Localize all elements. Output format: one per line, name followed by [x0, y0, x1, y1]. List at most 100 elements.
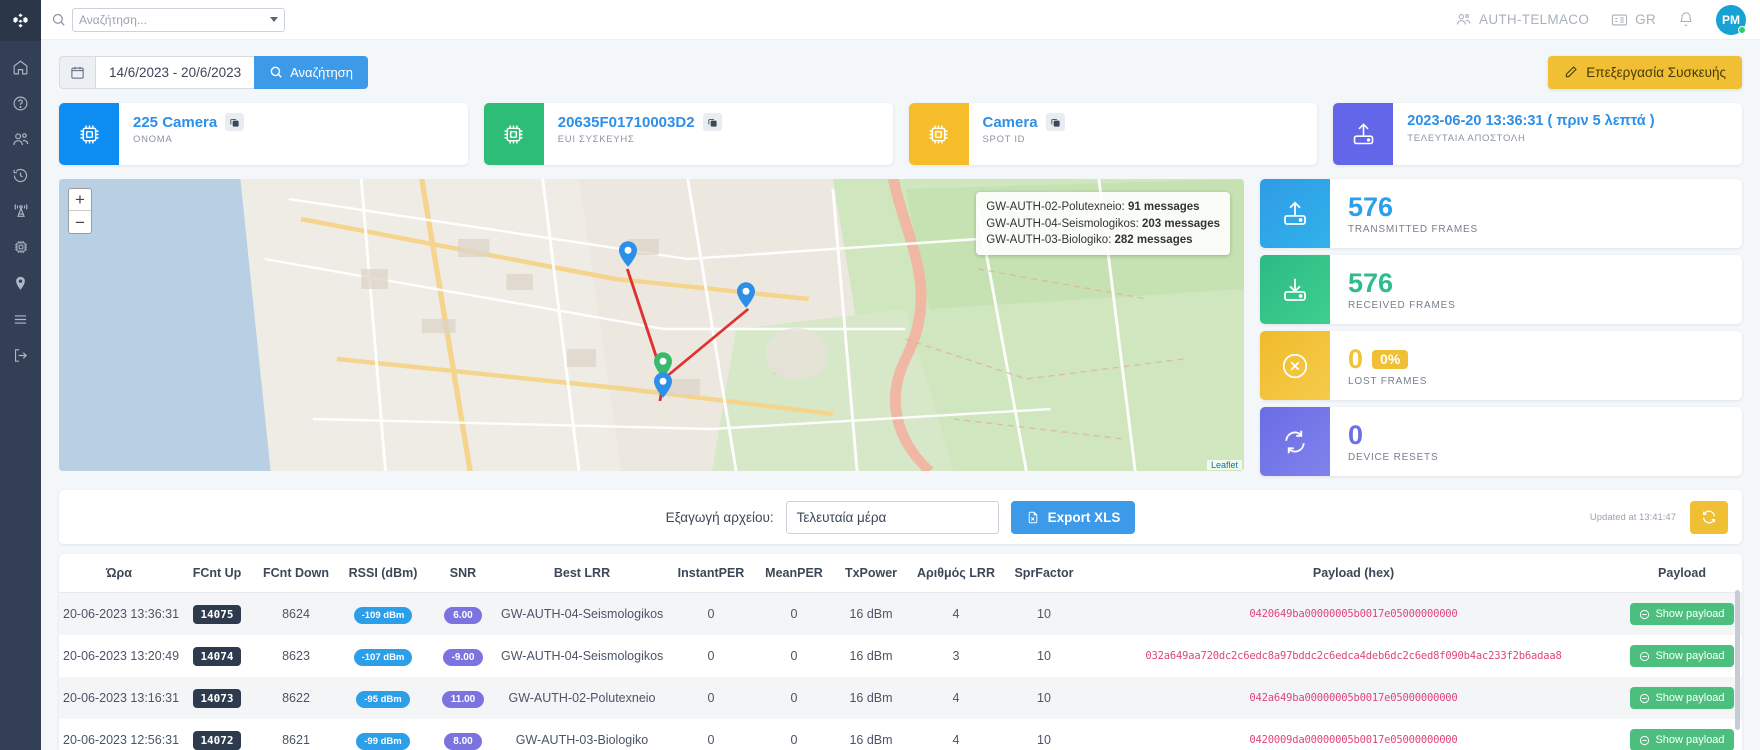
map-pin-gateway[interactable]: [654, 372, 673, 401]
card-sublabel: SPOT ID: [982, 134, 1026, 146]
show-payload-button[interactable]: Show payload: [1630, 603, 1734, 626]
col-header-fcnt-down[interactable]: FCnt Down: [255, 554, 337, 594]
cell-instant-per: 0: [707, 607, 715, 622]
export-xls-button[interactable]: Export XLS: [1010, 500, 1136, 534]
stat-lost-frames: 0 0% LOST FRAMES: [1260, 331, 1742, 401]
device-map[interactable]: + − GW-AUTH-02-Polutexneio: 91 messages …: [59, 179, 1244, 472]
eye-payload-icon: [1640, 735, 1650, 745]
map-pin-icon: [737, 282, 756, 308]
stat-value: 576: [1348, 192, 1394, 223]
copy-icon[interactable]: [225, 113, 245, 132]
stat-value: 0 0%: [1348, 345, 1427, 374]
spot-id-value: Camera: [982, 113, 1038, 131]
map-pin-gateway[interactable]: [737, 282, 756, 311]
col-header-rssi[interactable]: RSSI (dBm): [337, 554, 429, 594]
cell-fcnt-up: 14072: [179, 719, 255, 750]
avatar[interactable]: PM: [1716, 4, 1746, 35]
map-pin-gateway[interactable]: [618, 241, 637, 270]
chevron-down-icon[interactable]: [270, 17, 278, 23]
cell-time: 20-06-2023 12:56:31: [63, 733, 180, 748]
refresh-button[interactable]: [1690, 500, 1728, 534]
show-payload-button[interactable]: Show payload: [1630, 645, 1734, 668]
col-header-fcnt-up[interactable]: FCnt Up: [179, 554, 255, 594]
users-icon: [1456, 14, 1471, 25]
cell-fcnt-up: 14074: [179, 635, 255, 677]
org-label: AUTH-TELMACO: [1479, 12, 1590, 28]
export-range-select[interactable]: Τελευταία μέρα: [785, 500, 999, 534]
snr-chip: 6.00: [444, 607, 482, 625]
rssi-chip: -107 dBm: [353, 649, 413, 667]
sidebar-item-map[interactable]: [0, 265, 41, 301]
table-row[interactable]: 20-06-2023 12:56:31 14072 8621 -99 dBm 8…: [59, 719, 1742, 750]
table-row[interactable]: 20-06-2023 13:36:31 14075 8624 -109 dBm …: [59, 592, 1742, 636]
sidebar-item-list[interactable]: [0, 301, 41, 337]
col-header-instant-per[interactable]: InstantPER: [667, 554, 755, 594]
map-pin-icon: [654, 372, 673, 399]
cell-best-lrr: GW-AUTH-03-Biologiko: [515, 733, 649, 748]
col-header-sprfactor[interactable]: SprFactor: [1003, 554, 1085, 594]
search-input[interactable]: Αναζήτηση...: [72, 7, 285, 32]
stat-icon-wrap: [1260, 331, 1330, 401]
show-payload-button[interactable]: Show payload: [1630, 687, 1734, 710]
eye-payload-icon: [1640, 609, 1650, 619]
cell-snr: 8.00: [429, 719, 497, 750]
card-body: Camera SPOT ID: [969, 103, 1065, 165]
show-payload-button[interactable]: Show payload: [1630, 729, 1734, 750]
question-circle-icon: [13, 96, 28, 110]
leaflet-attribution[interactable]: Leaflet: [1206, 460, 1242, 471]
copy-icon[interactable]: [702, 113, 722, 132]
sidebar-item-users[interactable]: [0, 121, 41, 157]
sidebar-item-devices[interactable]: [0, 229, 41, 265]
col-header-time[interactable]: Ώρα: [59, 554, 179, 594]
show-payload-label: Show payload: [1655, 734, 1725, 747]
last-uplink-value: 2023-06-20 13:36:31 ( πριν 5 λεπτά ): [1407, 113, 1655, 130]
cell-fcnt-down: 8624: [282, 607, 310, 622]
card-body: 2023-06-20 13:36:31 ( πριν 5 λεπτά ) ΤΕΛ…: [1393, 103, 1654, 165]
download-icon: [1284, 278, 1306, 301]
col-header-num-lrr[interactable]: Αριθμός LRR: [909, 554, 1003, 594]
notifications-button[interactable]: [1678, 11, 1694, 28]
search-button[interactable]: Αναζήτηση: [254, 55, 368, 89]
org-selector[interactable]: AUTH-TELMACO: [1455, 11, 1589, 28]
fcnt-up-chip: 14072: [193, 731, 241, 750]
cell-time: 20-06-2023 13:16:31: [63, 691, 180, 706]
col-header-mean-per[interactable]: MeanPER: [755, 554, 833, 594]
table-row[interactable]: 20-06-2023 13:16:31 14073 8622 -95 dBm 1…: [59, 677, 1742, 720]
col-header-payload-hex[interactable]: Payload (hex): [1085, 554, 1622, 594]
map-pin-icon: [618, 241, 637, 267]
sidebar-item-logout[interactable]: [0, 337, 41, 373]
sidebar-item-help[interactable]: [0, 85, 41, 121]
col-header-best-lrr[interactable]: Best LRR: [497, 554, 667, 594]
table-row[interactable]: 20-06-2023 13:20:49 14074 8623 -107 dBm …: [59, 635, 1742, 677]
stat-value: 0: [1348, 420, 1364, 451]
export-controls: Εξαγωγή αρχείου: Τελευταία μέρα Export X…: [666, 500, 1136, 534]
map-zoom-controls[interactable]: + −: [68, 188, 92, 235]
tooltip-value: 91 messages: [1127, 201, 1200, 214]
app-logo[interactable]: [0, 0, 41, 41]
stat-body: 576 RECEIVED FRAMES: [1330, 269, 1456, 311]
calendar-button[interactable]: [59, 55, 95, 89]
map-zoom-out-button[interactable]: −: [69, 211, 91, 234]
stat-device-resets: 0 DEVICE RESETS: [1260, 407, 1742, 477]
language-selector[interactable]: GR: [1611, 12, 1656, 27]
stat-body: 0 DEVICE RESETS: [1330, 420, 1438, 463]
copy-icon[interactable]: [1045, 113, 1065, 132]
col-header-payload[interactable]: Payload: [1622, 554, 1742, 594]
date-range-input[interactable]: 14/6/2023 - 20/6/2023: [95, 55, 255, 89]
map-gateway-tooltip: GW-AUTH-02-Polutexneio: 91 messages GW-A…: [976, 192, 1230, 256]
cell-txpower: 16 dBm: [849, 607, 893, 622]
sidebar-item-history[interactable]: [0, 157, 41, 193]
file-xls-icon: [1028, 511, 1037, 524]
sidebar-item-gateways[interactable]: [0, 193, 41, 229]
cell-txpower: 16 dBm: [849, 691, 893, 706]
cell-best-lrr: GW-AUTH-02-Polutexneio: [508, 691, 656, 706]
col-header-snr[interactable]: SNR: [429, 554, 497, 594]
cell-payload: Show payload: [1622, 593, 1742, 636]
sidebar-item-home[interactable]: [0, 49, 41, 85]
table-scrollbar[interactable]: [1735, 590, 1740, 731]
col-header-txpower[interactable]: TxPower: [833, 554, 909, 594]
map-zoom-in-button[interactable]: +: [69, 189, 91, 212]
upload-icon: [1284, 201, 1306, 225]
edit-device-button[interactable]: Επεξεργασία Συσκευής: [1548, 55, 1742, 89]
cell-rssi: -107 dBm: [337, 635, 429, 677]
